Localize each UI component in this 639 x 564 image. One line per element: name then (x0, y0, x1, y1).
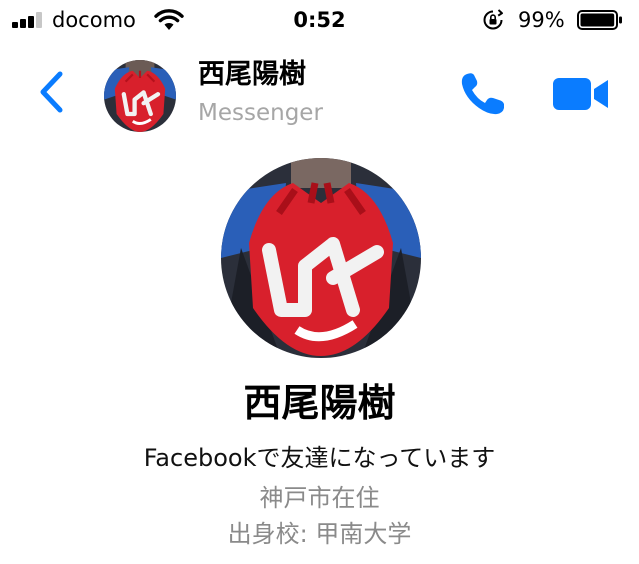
back-button[interactable] (34, 69, 68, 115)
battery-icon (577, 10, 622, 30)
location-info: 神戸市在住 (259, 484, 380, 512)
header-subtitle: Messenger (198, 100, 323, 126)
status-bar: docomo 0:52 99% (0, 0, 639, 40)
rotation-lock-icon (483, 9, 503, 30)
conversation-header: 西尾陽樹 Messenger (0, 52, 639, 142)
battery-percentage: 99% (518, 8, 565, 32)
friend-status: Facebookで友達になっています (143, 444, 496, 472)
profile-photo[interactable] (221, 158, 421, 358)
profile-photo-image (221, 158, 421, 358)
header-contact-name: 西尾陽樹 (198, 59, 306, 90)
school-info: 出身校: 甲南大学 (227, 520, 412, 548)
contact-avatar[interactable] (104, 60, 176, 132)
video-camera-icon[interactable] (551, 76, 611, 112)
phone-icon[interactable] (457, 70, 509, 118)
profile-name: 西尾陽樹 (243, 381, 396, 425)
profile-photo-image (104, 60, 176, 132)
